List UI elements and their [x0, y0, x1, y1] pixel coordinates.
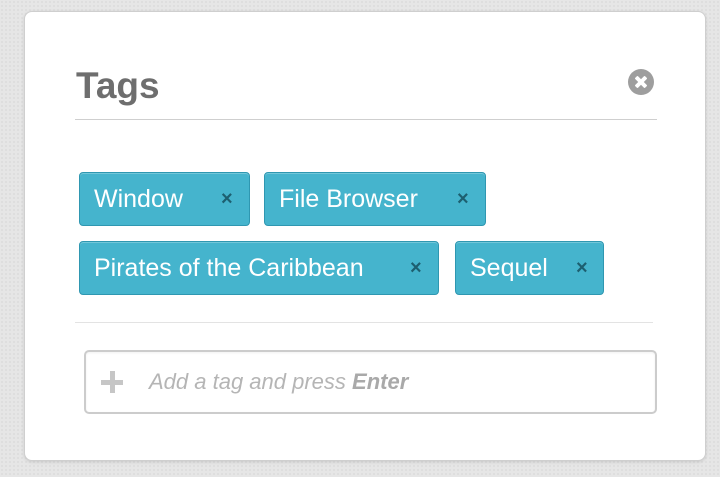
- tag-sequel: Sequel ×: [455, 241, 604, 295]
- tag-label: Sequel: [470, 254, 548, 282]
- close-icon[interactable]: [628, 69, 654, 95]
- tag-window: Window ×: [79, 172, 250, 226]
- panel-title: Tags: [76, 65, 160, 106]
- tag-remove-icon[interactable]: ×: [221, 173, 233, 225]
- tags-panel: Tags Window × File Browser × Pirates of …: [24, 11, 706, 461]
- plus-icon: [101, 371, 123, 393]
- tag-remove-icon[interactable]: ×: [576, 242, 588, 294]
- placeholder-text: Add a tag and press: [149, 369, 346, 394]
- tag-label: Pirates of the Caribbean: [94, 254, 364, 282]
- tag-remove-icon[interactable]: ×: [410, 242, 422, 294]
- tags-divider: [75, 322, 653, 323]
- tag-file-browser: File Browser ×: [264, 172, 486, 226]
- tag-remove-icon[interactable]: ×: [457, 173, 469, 225]
- placeholder-key: Enter: [352, 369, 409, 394]
- tag-label: Window: [94, 185, 183, 213]
- add-tag-input[interactable]: Add a tag and press Enter: [84, 350, 657, 414]
- title-divider: [75, 119, 657, 120]
- tag-pirates-of-the-caribbean: Pirates of the Caribbean ×: [79, 241, 439, 295]
- tag-label: File Browser: [279, 185, 418, 213]
- add-tag-placeholder: Add a tag and press Enter: [149, 352, 408, 412]
